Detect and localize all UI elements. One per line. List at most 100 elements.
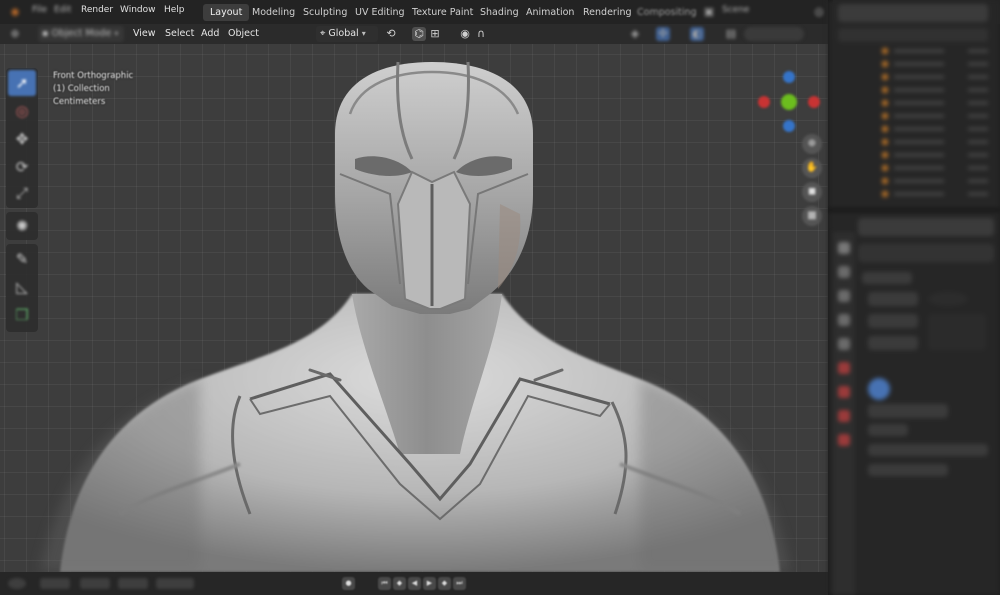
- overlay-toggle-icon[interactable]: ◐: [690, 27, 704, 41]
- properties-field[interactable]: [868, 292, 918, 306]
- outliner-row-toggle[interactable]: [968, 167, 988, 169]
- shading-mode-group[interactable]: [744, 27, 804, 41]
- transform-orientation-dropdown[interactable]: ⌖ Global ▾: [316, 26, 378, 42]
- render-tab-icon[interactable]: [838, 266, 850, 278]
- scene-name[interactable]: Scene: [722, 5, 749, 15]
- falloff-icon[interactable]: ∩: [474, 27, 488, 41]
- properties-field[interactable]: [868, 464, 948, 476]
- outliner-row[interactable]: [894, 115, 944, 117]
- world-tab-icon[interactable]: [838, 362, 850, 374]
- select-box-tool[interactable]: ➚: [8, 70, 36, 96]
- tab-sculpting[interactable]: Sculpting: [296, 4, 354, 21]
- timeline-keying-menu[interactable]: [80, 578, 110, 589]
- play-reverse-button[interactable]: ◀: [408, 577, 421, 590]
- camera-view-button[interactable]: ◼: [802, 182, 822, 202]
- output-tab-icon[interactable]: [838, 290, 850, 302]
- menu-render[interactable]: Render: [81, 5, 113, 15]
- modifier-tab-icon[interactable]: [838, 410, 850, 422]
- outliner-row-toggle[interactable]: [968, 89, 988, 91]
- outliner-header[interactable]: [838, 4, 988, 22]
- add-cube-tool[interactable]: ❒: [8, 302, 36, 328]
- outliner-row-toggle[interactable]: [968, 154, 988, 156]
- visibility-icon[interactable]: ◈: [628, 27, 642, 41]
- outliner-row-toggle[interactable]: [968, 76, 988, 78]
- mode-dropdown[interactable]: ▪ Object Mode ▾: [38, 26, 124, 42]
- outliner-row[interactable]: [894, 76, 944, 78]
- view-layer-tab-icon[interactable]: [838, 314, 850, 326]
- outliner-row-toggle[interactable]: [968, 50, 988, 52]
- transform-tool[interactable]: ✺: [8, 213, 36, 239]
- outliner-row[interactable]: [894, 180, 944, 182]
- menu-help[interactable]: Help: [164, 5, 185, 15]
- perspective-toggle-button[interactable]: ▦: [802, 206, 822, 226]
- menu-view[interactable]: View: [133, 27, 156, 41]
- view-layer-icon[interactable]: ◎: [812, 5, 826, 19]
- physics-tab-icon[interactable]: [838, 434, 850, 446]
- menu-add[interactable]: Add: [201, 27, 219, 41]
- outliner-row[interactable]: [894, 102, 944, 104]
- tab-shading[interactable]: Shading: [473, 4, 526, 21]
- keyframe-record-button[interactable]: ●: [342, 577, 355, 590]
- outliner-row-toggle[interactable]: [968, 115, 988, 117]
- pan-button[interactable]: ✋: [802, 158, 822, 178]
- menu-object[interactable]: Object: [228, 27, 259, 41]
- properties-field[interactable]: [868, 314, 918, 328]
- 3d-viewport[interactable]: Front Orthographic (1) Collection Centim…: [0, 44, 828, 572]
- annotate-tool[interactable]: ✎: [8, 246, 36, 272]
- rotate-tool[interactable]: ⟳: [8, 154, 36, 180]
- timeline-view-menu[interactable]: [118, 578, 148, 589]
- outliner-row[interactable]: [894, 193, 944, 195]
- outliner-row[interactable]: [894, 167, 944, 169]
- area-divider-h[interactable]: [828, 208, 1000, 212]
- properties-value-box[interactable]: [928, 314, 986, 350]
- properties-field[interactable]: [868, 424, 908, 436]
- menu-file[interactable]: File: [32, 5, 47, 15]
- menu-edit[interactable]: Edit: [54, 5, 71, 15]
- timeline-editor-icon[interactable]: [8, 578, 26, 589]
- cursor-tool[interactable]: ◎: [8, 98, 36, 124]
- scale-tool[interactable]: ⤢: [8, 180, 36, 206]
- editor-type-icon[interactable]: ⊕: [8, 27, 22, 41]
- pivot-point-icon[interactable]: ⟲: [384, 27, 398, 41]
- tab-layout[interactable]: Layout: [203, 4, 250, 21]
- menu-window[interactable]: Window: [120, 5, 156, 15]
- measure-tool[interactable]: ◺: [8, 274, 36, 300]
- tool-tab-icon[interactable]: [838, 242, 850, 254]
- outliner-row[interactable]: [894, 154, 944, 156]
- jump-start-button[interactable]: ⏮: [378, 577, 391, 590]
- object-tab-icon[interactable]: [838, 386, 850, 398]
- gizmo-x-axis[interactable]: [808, 96, 820, 108]
- outliner-search[interactable]: [838, 28, 988, 42]
- outliner-row[interactable]: [894, 63, 944, 65]
- jump-end-button[interactable]: ⏭: [453, 577, 466, 590]
- outliner-row[interactable]: [894, 128, 944, 130]
- outliner-row-toggle[interactable]: [968, 141, 988, 143]
- zoom-button[interactable]: ⊕: [802, 134, 822, 154]
- properties-object-name[interactable]: [858, 244, 994, 262]
- properties-active-swatch[interactable]: [868, 378, 890, 400]
- scene-icon[interactable]: ▣: [702, 5, 716, 19]
- gizmo-toggle-icon[interactable]: ✣: [656, 27, 670, 41]
- play-button[interactable]: ▶: [423, 577, 436, 590]
- snap-target-icon[interactable]: ⊞: [428, 27, 442, 41]
- scene-tab-icon[interactable]: [838, 338, 850, 350]
- outliner-row-toggle[interactable]: [968, 128, 988, 130]
- outliner-row-toggle[interactable]: [968, 180, 988, 182]
- snap-icon[interactable]: ⌬: [412, 27, 426, 41]
- properties-panel-title[interactable]: [862, 272, 912, 284]
- outliner-row[interactable]: [894, 141, 944, 143]
- tab-compositing[interactable]: Compositing: [630, 4, 704, 21]
- gizmo-neg-z-axis[interactable]: [783, 120, 795, 132]
- timeline-marker-menu[interactable]: [156, 578, 194, 589]
- gizmo-z-axis[interactable]: [783, 71, 795, 83]
- menu-select[interactable]: Select: [165, 27, 194, 41]
- next-keyframe-button[interactable]: ◆: [438, 577, 451, 590]
- tab-uv-editing[interactable]: UV Editing: [348, 4, 412, 21]
- move-tool[interactable]: ✥: [8, 126, 36, 152]
- outliner-row-toggle[interactable]: [968, 63, 988, 65]
- properties-field[interactable]: [868, 404, 948, 418]
- tab-animation[interactable]: Animation: [519, 4, 581, 21]
- outliner-row[interactable]: [894, 89, 944, 91]
- xray-icon[interactable]: ▤: [724, 27, 738, 41]
- properties-field[interactable]: [868, 444, 988, 456]
